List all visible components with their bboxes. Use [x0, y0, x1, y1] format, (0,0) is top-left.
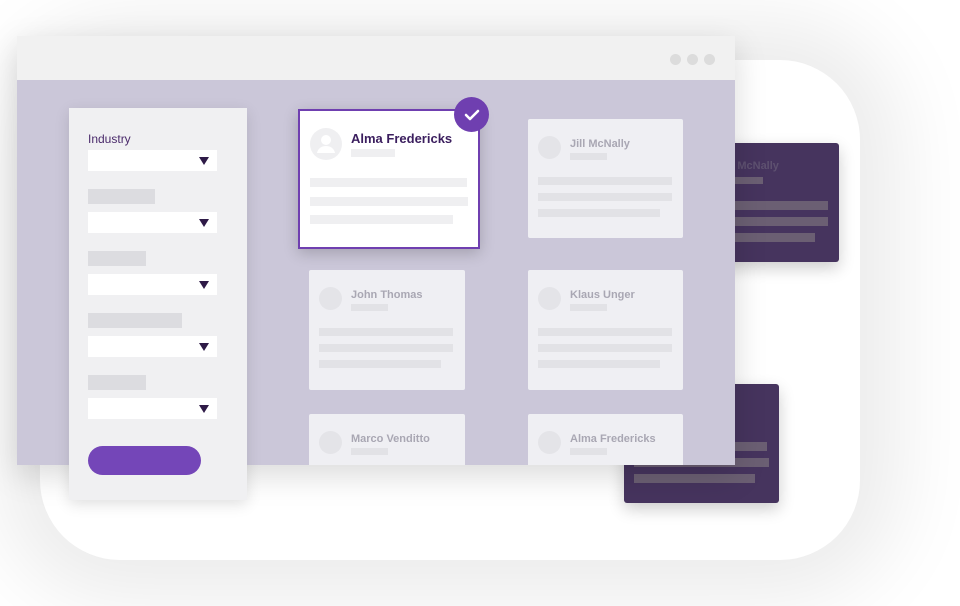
- check-icon: [454, 97, 489, 132]
- triangle-down-icon: [199, 281, 209, 289]
- filter-select[interactable]: [88, 212, 217, 233]
- window-dot[interactable]: [670, 54, 681, 65]
- filter-label-placeholder: [88, 189, 155, 204]
- filter-label-placeholder: [88, 375, 146, 390]
- triangle-down-icon: [199, 405, 209, 413]
- apply-filters-button[interactable]: [88, 446, 201, 475]
- user-icon: [319, 431, 342, 454]
- filter-select[interactable]: [88, 336, 217, 357]
- user-icon: [538, 431, 561, 454]
- card-name: Klaus Unger: [570, 289, 635, 301]
- profile-card[interactable]: Klaus Unger: [528, 270, 683, 390]
- window-dot[interactable]: [704, 54, 715, 65]
- card-name: Alma Fredericks: [570, 433, 656, 445]
- triangle-down-icon: [199, 157, 209, 165]
- filter-select[interactable]: [88, 274, 217, 295]
- profile-card[interactable]: Jill McNally: [528, 119, 683, 238]
- card-name: Jill McNally: [570, 138, 630, 150]
- filter-sidebar: Industry: [69, 108, 247, 500]
- card-name: Marco Venditto: [351, 433, 430, 445]
- user-icon: [538, 136, 561, 159]
- filter-label-placeholder: [88, 251, 146, 266]
- card-name: John Thomas: [351, 289, 423, 301]
- user-icon: [310, 128, 342, 160]
- triangle-down-icon: [199, 219, 209, 227]
- profile-card-selected[interactable]: Alma Fredericks: [298, 109, 480, 249]
- industry-select[interactable]: [88, 150, 217, 171]
- user-icon: [319, 287, 342, 310]
- profile-card[interactable]: John Thomas: [309, 270, 465, 390]
- industry-label: Industry: [88, 132, 131, 146]
- filter-label-placeholder: [88, 313, 182, 328]
- profile-card[interactable]: Alma Fredericks: [528, 414, 683, 465]
- card-name: Alma Fredericks: [351, 131, 453, 146]
- triangle-down-icon: [199, 343, 209, 351]
- title-bar: [17, 36, 735, 80]
- filter-select[interactable]: [88, 398, 217, 419]
- profile-card[interactable]: Marco Venditto: [309, 414, 465, 465]
- user-icon: [538, 287, 561, 310]
- window-dot[interactable]: [687, 54, 698, 65]
